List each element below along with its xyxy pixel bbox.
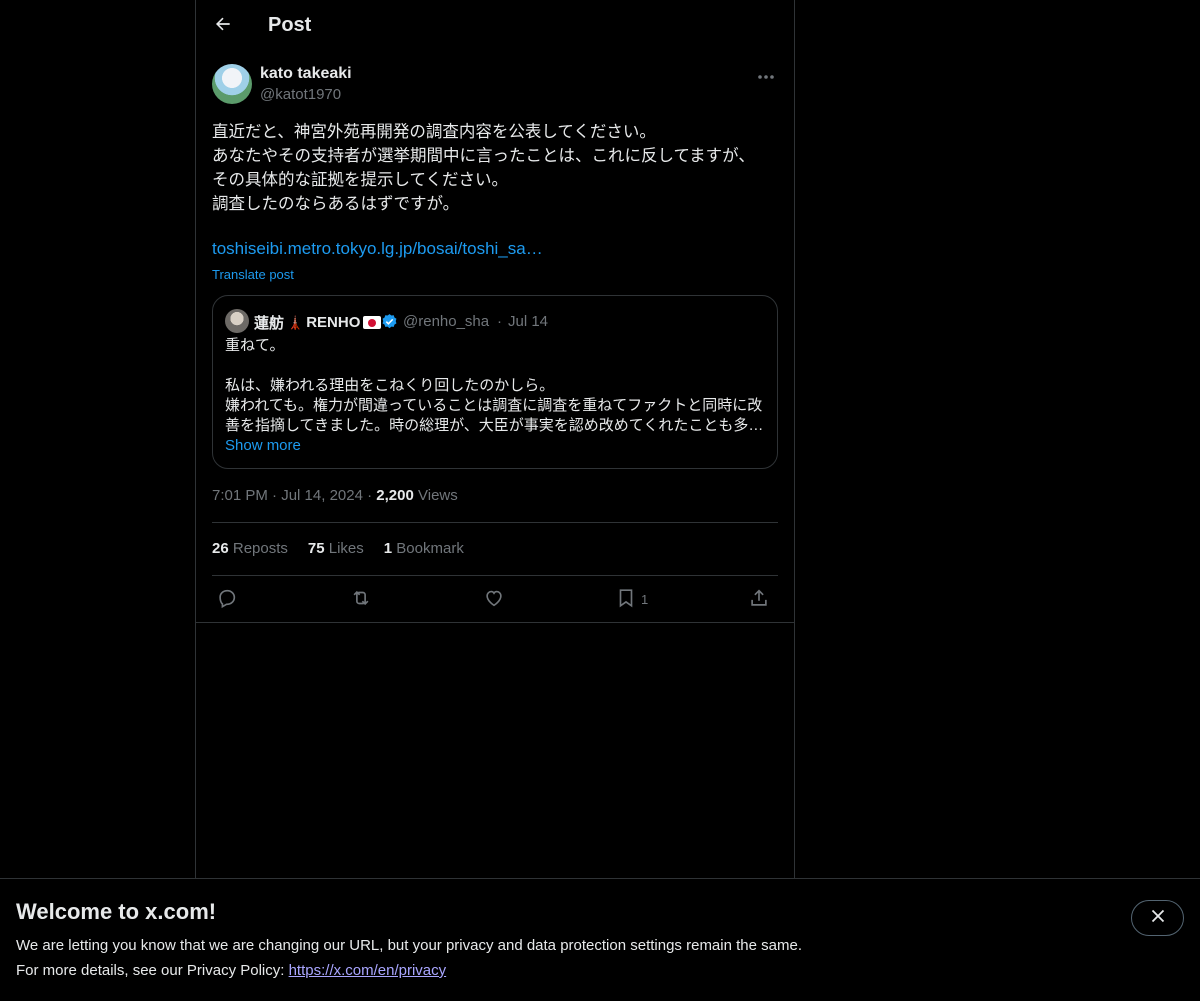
repost-icon — [349, 587, 373, 612]
reposts-stat[interactable]: 26 Reposts — [212, 540, 288, 557]
bookmarks-stat[interactable]: 1 Bookmark — [384, 540, 464, 557]
likes-label: Likes — [328, 540, 364, 557]
tower-emoji-icon: 🗼 — [287, 314, 304, 330]
divider — [212, 522, 778, 523]
bookmarks-count: 1 — [383, 540, 393, 557]
arrow-left-icon — [213, 14, 233, 39]
url-change-banner: Welcome to x.com! We are letting you kno… — [0, 878, 1200, 1001]
post-link[interactable]: toshiseibi.metro.tokyo.lg.jp/bosai/toshi… — [212, 239, 543, 259]
banner-policy-line: For more details, see our Privacy Policy… — [16, 962, 446, 979]
page-title: Post — [268, 14, 312, 36]
banner-title: Welcome to x.com! — [16, 899, 217, 924]
quoted-post[interactable]: 蓮舫 🗼 RENHO @renho_sha · Jul 14 重ねて。 私は、嫌… — [212, 295, 778, 469]
post-column: Post kato takeaki @katot1970 直近だと、神宮外苑再開… — [195, 0, 795, 878]
banner-policy-text: For more details, see our Privacy Policy… — [16, 962, 289, 979]
likes-stat[interactable]: 75 Likes — [308, 540, 364, 557]
bookmark-icon — [615, 587, 637, 612]
quote-handle: @renho_sha — [403, 313, 490, 330]
post-time[interactable]: 7:01 PM — [212, 487, 268, 504]
show-more-link[interactable]: Show more — [225, 437, 301, 454]
post-actions: 1 — [212, 587, 778, 611]
post-stats: 26 Reposts 75 Likes 1 Bookmark — [212, 540, 464, 557]
share-icon — [748, 587, 770, 612]
quote-name-text: 蓮舫 — [254, 315, 285, 332]
post-text: 直近だと、神宮外苑再開発の調査内容を公表してください。 あなたやその支持者が選挙… — [212, 123, 755, 213]
quote-date: Jul 14 — [508, 313, 549, 330]
views-label: Views — [418, 487, 458, 504]
bookmark-action-count: 1 — [641, 591, 649, 607]
more-horizontal-icon — [757, 67, 775, 85]
privacy-policy-link[interactable]: https://x.com/en/privacy — [289, 962, 447, 979]
meta-separator: · — [367, 487, 377, 504]
quote-avatar — [225, 309, 249, 333]
views-count: 2,200 — [376, 487, 414, 504]
likes-count: 75 — [307, 540, 325, 557]
reply-button[interactable] — [216, 587, 238, 611]
japan-flag-icon — [363, 316, 382, 329]
divider — [196, 622, 794, 623]
divider — [212, 575, 778, 576]
more-options-button[interactable] — [754, 66, 778, 86]
close-banner-button[interactable] — [1131, 900, 1184, 936]
reply-icon — [216, 587, 238, 612]
meta-separator: · — [272, 487, 282, 504]
verified-badge-icon — [381, 313, 398, 335]
close-icon — [1151, 909, 1165, 928]
bookmarks-label: Bookmark — [396, 540, 464, 557]
post-date[interactable]: Jul 14, 2024 — [281, 487, 363, 504]
quote-text: 重ねて。 私は、嫌われる理由をこねくり回したのかしら。 嫌われても。権力が間違っ… — [225, 337, 764, 434]
author-handle[interactable]: @katot1970 — [260, 86, 341, 103]
reposts-count: 26 — [212, 540, 229, 557]
post-author: kato takeaki @katot1970 — [212, 64, 778, 108]
share-button[interactable] — [748, 587, 770, 611]
post-meta: 7:01 PM · Jul 14, 2024 · 2,200 Views — [212, 487, 458, 504]
quote-name-suffix: RENHO — [306, 314, 361, 331]
bookmark-button[interactable]: 1 — [615, 587, 648, 611]
banner-message: We are letting you know that we are chan… — [16, 937, 802, 954]
back-button[interactable] — [210, 13, 236, 39]
avatar[interactable] — [212, 64, 252, 104]
repost-button[interactable] — [349, 587, 373, 611]
translate-post-link[interactable]: Translate post — [212, 267, 294, 282]
post-header: Post — [196, 0, 794, 53]
author-name[interactable]: kato takeaki — [260, 65, 352, 83]
quote-author-name: 蓮舫 🗼 RENHO — [254, 312, 382, 333]
separator-dot: · — [497, 313, 502, 330]
reposts-label: Reposts — [232, 540, 288, 557]
like-button[interactable] — [483, 587, 505, 611]
heart-icon — [483, 587, 505, 612]
